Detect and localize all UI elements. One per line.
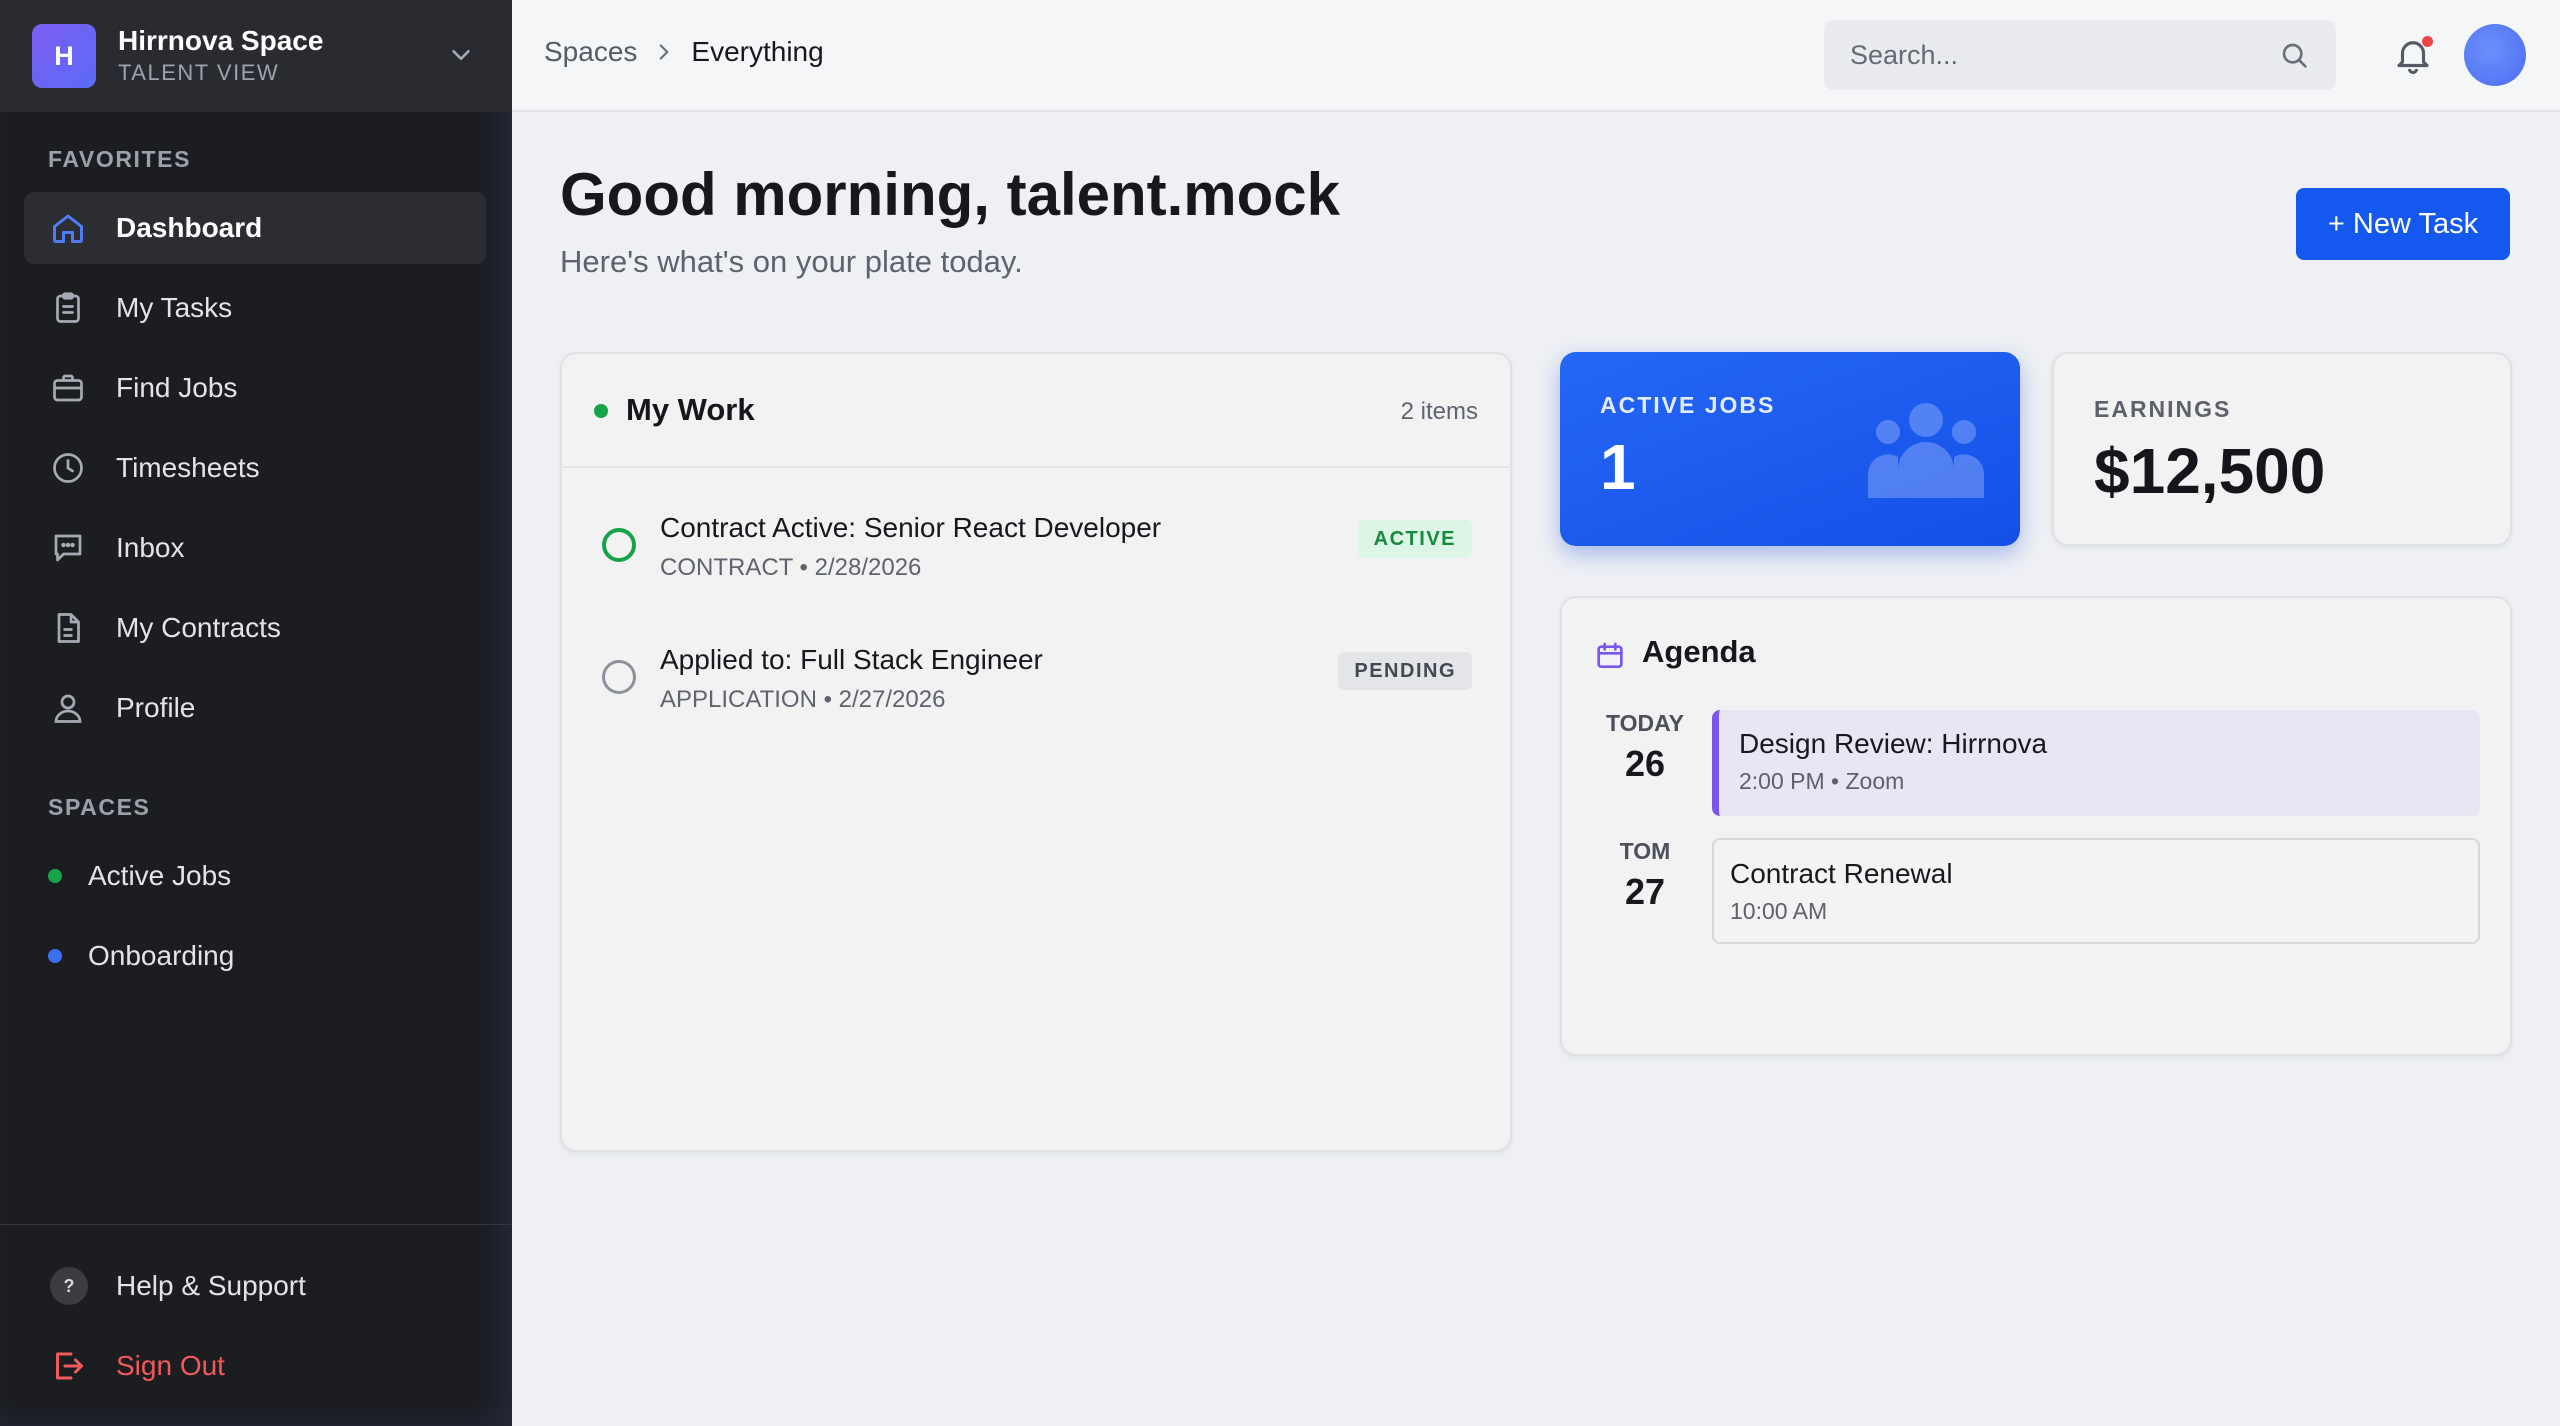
agenda-day-number: 26 [1624,743,1666,784]
sidebar-item-label: Active Jobs [88,860,232,891]
agenda-card: Agenda TODAY 26 Design Review: Hirrnova … [1560,596,2512,1056]
notification-dot [2422,36,2433,47]
sidebar-item-label: Profile [116,692,196,723]
main-content: Spaces Everything Good morning, talent.m… [512,0,2560,1426]
event-meta: 2:00 PM • Zoom [1739,768,1905,794]
sign-out-icon [50,1348,86,1384]
sidebar-item-label: My Tasks [116,292,233,323]
my-work-count: 2 items [1400,398,1478,425]
space-color-dot [48,949,62,963]
chevron-down-icon[interactable] [446,40,476,70]
workspace-switcher[interactable]: H Hirrnova Space TALENT VIEW [0,0,512,112]
agenda-event[interactable]: Design Review: Hirrnova 2:00 PM • Zoom [1712,710,2480,816]
agenda-day-label: TODAY [1606,710,1684,736]
task-title: Contract Active: Senior React Developer [660,512,1162,543]
sidebar-item-label: My Contracts [116,612,281,643]
clipboard-icon [50,290,86,326]
earnings-label: EARNINGS [2094,396,2232,422]
agenda-day: TODAY 26 [1590,710,1700,785]
document-icon [50,610,86,646]
workspace-name: Hirrnova Space [118,25,324,56]
new-task-button[interactable]: + New Task [2296,188,2510,260]
event-title: Design Review: Hirrnova [1739,728,2048,759]
task-status-circle[interactable] [602,528,636,562]
help-label: Help & Support [116,1270,306,1301]
sidebar-item-my-contracts[interactable]: My Contracts [24,592,486,664]
status-dot [594,404,608,418]
sign-out-label: Sign Out [116,1350,225,1381]
sidebar-item-inbox[interactable]: Inbox [24,512,486,584]
my-work-title: My Work [626,392,755,427]
active-jobs-label: ACTIVE JOBS [1600,392,1776,418]
home-icon [50,210,86,246]
sidebar: H Hirrnova Space TALENT VIEW FAVORITES D… [0,0,512,1426]
event-meta: 10:00 AM [1730,898,1828,924]
sidebar-item-label: Timesheets [116,452,260,483]
task-status-circle[interactable] [602,660,636,694]
task-meta: APPLICATION • 2/27/2026 [660,686,946,713]
sidebar-space-active-jobs[interactable]: Active Jobs [24,840,486,912]
user-icon [50,690,86,726]
my-work-card: My Work 2 items Contract Active: Senior … [560,352,1512,1152]
workspace-text: Hirrnova Space TALENT VIEW [118,24,323,88]
agenda-title: Agenda [1642,634,1756,669]
briefcase-icon [50,370,86,406]
agenda-day-label: TOM [1619,838,1671,864]
breadcrumb-parent[interactable]: Spaces [544,36,637,68]
earnings-card[interactable]: EARNINGS $12,500 [2052,352,2512,546]
task-row[interactable]: Contract Active: Senior React Developer … [562,500,1514,610]
sidebar-item-label: Dashboard [116,212,263,243]
earnings-value: $12,500 [2094,435,2326,507]
topbar: Spaces Everything [512,0,2560,112]
spaces-label: SPACES [48,794,151,820]
sign-out-button[interactable]: Sign Out [24,1330,486,1402]
sidebar-space-onboarding[interactable]: Onboarding [24,920,486,992]
app-root: H Hirrnova Space TALENT VIEW FAVORITES D… [0,0,2560,1426]
agenda-event[interactable]: Contract Renewal 10:00 AM [1712,838,2480,944]
clock-icon [50,450,86,486]
users-icon [1868,403,1984,498]
message-icon [50,530,86,566]
page-title: Good morning, talent.mock [560,161,1341,228]
active-jobs-card[interactable]: ACTIVE JOBS 1 [1560,352,2020,546]
help-icon: ? [50,1267,88,1305]
search-icon[interactable] [2278,39,2310,71]
calendar-icon [1597,642,1623,668]
agenda-day-number: 27 [1624,871,1666,912]
task-meta: CONTRACT • 2/28/2026 [660,554,922,581]
page-subtitle: Here's what's on your plate today. [560,244,1023,279]
sidebar-divider [0,1224,512,1225]
avatar[interactable] [2464,24,2526,86]
sidebar-item-label: Onboarding [88,940,235,971]
chevron-right-icon [660,44,670,60]
status-badge: ACTIVE [1357,520,1472,558]
breadcrumb-current: Everything [691,36,824,67]
search-input[interactable] [1850,39,2278,71]
active-jobs-value: 1 [1600,431,1636,503]
sidebar-item-label: Find Jobs [116,372,238,403]
task-title: Applied to: Full Stack Engineer [660,644,1043,675]
sidebar-item-my-tasks[interactable]: My Tasks [24,272,486,344]
status-badge: PENDING [1338,652,1472,690]
space-color-dot [48,869,62,883]
sidebar-item-label: Inbox [116,532,185,563]
sidebar-item-dashboard[interactable]: Dashboard [24,192,486,264]
workspace-subtitle: TALENT VIEW [118,60,280,85]
sidebar-item-find-jobs[interactable]: Find Jobs [24,352,486,424]
agenda-day: TOM 27 [1590,838,1700,913]
help-support-link[interactable]: ? Help & Support [24,1250,486,1322]
sidebar-item-timesheets[interactable]: Timesheets [24,432,486,504]
my-work-header: My Work 2 items [562,354,1510,468]
breadcrumb: Spaces Everything [544,36,824,68]
workspace-logo: H [32,24,96,88]
search-box [1824,20,2336,90]
sidebar-item-profile[interactable]: Profile [24,672,486,744]
event-title: Contract Renewal [1730,858,1953,889]
task-row[interactable]: Applied to: Full Stack Engineer APPLICAT… [562,632,1514,742]
favorites-label: FAVORITES [48,146,192,172]
